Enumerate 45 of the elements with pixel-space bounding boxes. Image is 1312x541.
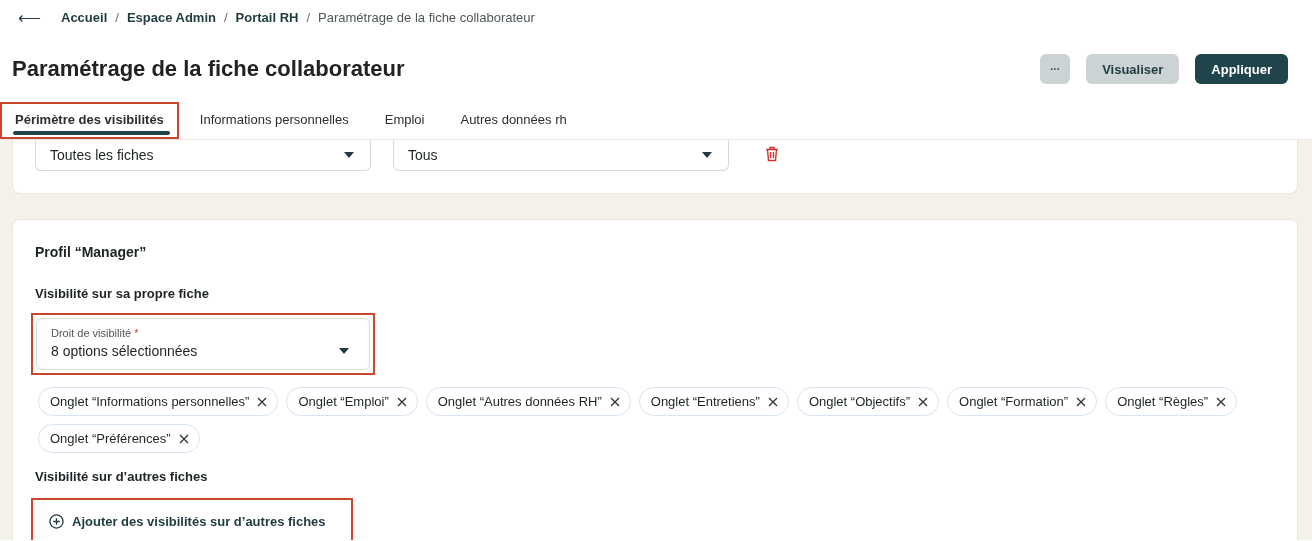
close-icon[interactable] (1216, 396, 1227, 407)
tab[interactable]: Autres données rh (445, 102, 582, 139)
chip: Onglet “Entretiens” (638, 387, 789, 416)
breadcrumb-separator: / (224, 9, 228, 25)
preview-button[interactable]: Visualiser (1086, 54, 1180, 84)
close-icon[interactable] (767, 396, 778, 407)
section-title: Visibilité sur d’autres fiches (35, 469, 209, 484)
close-icon[interactable] (396, 396, 407, 407)
trash-icon[interactable] (765, 146, 779, 162)
caret-icon (702, 151, 712, 158)
close-icon[interactable] (918, 396, 929, 407)
select-field[interactable]: Toutes les fiches (35, 140, 371, 171)
plus-circle-icon (49, 513, 64, 529)
close-icon[interactable] (178, 433, 189, 444)
tab[interactable]: Périmètre des visibilités (0, 102, 179, 139)
breadcrumb-link[interactable]: Portail RH (235, 9, 299, 25)
chip: Onglet “Autres données RH” (425, 387, 631, 416)
section-title: Visibilité sur sa propre fiche (35, 286, 210, 301)
chip: Onglet “Formation” (947, 387, 1098, 416)
required-mark: * (134, 327, 139, 339)
select-field[interactable]: Tous (393, 140, 729, 171)
breadcrumb-separator: / (115, 9, 119, 25)
breadcrumb-link[interactable]: Espace Admin (126, 9, 216, 25)
visibility-select[interactable]: Droit de visibilité * 8 options sélectionnées (36, 318, 370, 370)
breadcrumb-link[interactable]: Accueil (61, 9, 108, 25)
caret-icon (344, 151, 354, 158)
chip: Onglet “Préférences” (38, 424, 200, 453)
apply-button[interactable]: Appliquer (1195, 54, 1288, 84)
breadcrumb-separator: / (306, 9, 311, 25)
tab[interactable]: Informations personnelles (184, 102, 364, 139)
caret-icon (339, 348, 349, 354)
close-icon[interactable] (609, 396, 620, 407)
close-icon[interactable] (1076, 396, 1087, 407)
tab[interactable]: Emploi (369, 102, 440, 139)
breadcrumb-current: Paramétrage de la fiche collaborateur (318, 9, 535, 25)
back-arrow[interactable]: ⟵ (18, 7, 41, 27)
add-button[interactable]: Ajouter des visibilités sur d’autres fiches (49, 513, 326, 529)
profile-title: Profil “Manager” (35, 244, 148, 260)
page-title: Paramétrage de la fiche collaborateur (12, 56, 405, 82)
chip: Onglet “Emploi” (286, 387, 418, 416)
close-icon[interactable] (257, 396, 268, 407)
chip: Onglet “Informations personnelles” (38, 387, 279, 416)
chip: Onglet “Objectifs” (796, 387, 940, 416)
chip: Onglet “Règles” (1105, 387, 1238, 416)
more-button[interactable]: ··· (1040, 54, 1071, 84)
